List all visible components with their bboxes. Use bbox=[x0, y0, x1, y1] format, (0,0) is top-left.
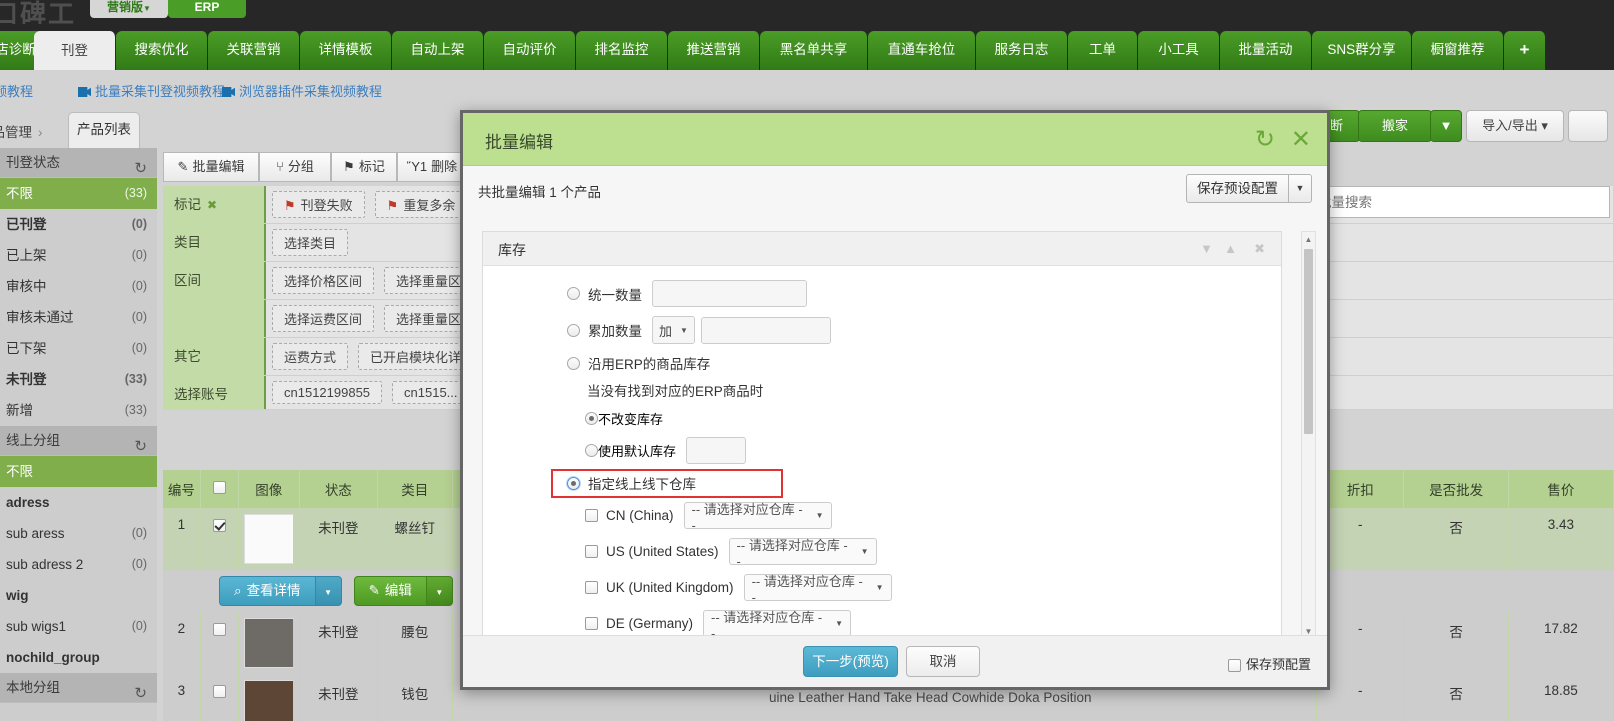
warehouse-select-value: -- 请选择对应仓库 -- bbox=[736, 537, 848, 569]
warehouse-select[interactable]: -- 请选择对应仓库 -- ▼ bbox=[728, 538, 877, 569]
save-preset-checkbox-wrap[interactable]: 保存预配置 bbox=[1227, 654, 1311, 673]
erp-fallback-radio[interactable] bbox=[585, 444, 598, 457]
inventory-option-radio[interactable] bbox=[567, 287, 580, 300]
warehouse-row: UK (United Kingdom) -- 请选择对应仓库 -- ▼ bbox=[483, 574, 1281, 605]
save-preset-label: 保存预配置 bbox=[1245, 657, 1311, 672]
modal-overlay: 批量编辑 ↻ ✕ 共批量编辑 1 个产品 保存预设配置 ▼ 库存 ▼ ▲ ✖ 统… bbox=[0, 0, 1614, 721]
warehouse-select[interactable]: -- 请选择对应仓库 -- ▼ bbox=[743, 574, 892, 605]
warehouse-select-value: -- 请选择对应仓库 -- bbox=[691, 501, 803, 533]
warehouse-row: DE (Germany) -- 请选择对应仓库 -- ▼ bbox=[483, 610, 1281, 641]
erp-fallback-option-label: 指定线上线下仓库 bbox=[588, 477, 696, 492]
warehouse-select-value: -- 请选择对应仓库 -- bbox=[751, 573, 863, 605]
inventory-panel-title: 库存 bbox=[498, 242, 526, 258]
warehouse-country-label: CN (China) bbox=[606, 508, 674, 523]
inventory-option-radio[interactable] bbox=[567, 356, 580, 370]
warehouse-select[interactable]: -- 请选择对应仓库 -- ▼ bbox=[683, 502, 832, 533]
erp-fallback-note: 当没有找到对应的ERP商品时 bbox=[587, 384, 764, 399]
increment-mode-value: 加 bbox=[659, 323, 673, 339]
inventory-option-row: 统一数量 bbox=[483, 280, 1281, 307]
warehouse-checkbox[interactable] bbox=[585, 617, 598, 630]
warehouse-checkbox[interactable] bbox=[585, 581, 598, 594]
scrollbar-thumb[interactable] bbox=[1304, 249, 1313, 434]
inventory-option-row: 累加数量加 ▼ bbox=[483, 316, 1281, 344]
warehouse-country-label: UK (United Kingdom) bbox=[606, 580, 734, 595]
caret-down-icon: ▼ bbox=[680, 325, 688, 335]
erp-fallback-option-label: 使用默认库存 bbox=[598, 444, 677, 459]
cancel-button[interactable]: 取消 bbox=[906, 646, 980, 677]
warehouse-checkbox[interactable] bbox=[585, 509, 598, 522]
dialog-header: 批量编辑 ↻ ✕ bbox=[463, 113, 1327, 166]
warehouse-country-label: DE (Germany) bbox=[606, 616, 694, 631]
uniform-quantity-input[interactable] bbox=[652, 280, 807, 307]
caret-down-icon: ▼ bbox=[815, 511, 824, 520]
dialog-scrollbar[interactable]: ▲ ▼ bbox=[1301, 231, 1316, 640]
increment-quantity-input[interactable] bbox=[700, 316, 831, 344]
chevron-down-icon[interactable]: ▼ bbox=[1200, 241, 1213, 256]
inventory-option-radio[interactable] bbox=[567, 323, 580, 337]
increment-mode-select[interactable]: 加 ▼ bbox=[652, 316, 695, 344]
inventory-panel: 库存 ▼ ▲ ✖ 统一数量 累加数量加 ▼ 沿用ERP的商品库存 当没有找到对应的ERP… bbox=[482, 231, 1282, 642]
dialog-subheader: 共批量编辑 1 个产品 保存预设配置 ▼ bbox=[463, 166, 1327, 213]
inventory-panel-header: 库存 ▼ ▲ ✖ bbox=[483, 232, 1281, 266]
warehouse-country-label: US (United States) bbox=[606, 544, 719, 559]
inventory-option-label: 累加数量 bbox=[588, 324, 642, 339]
dialog-footer: 下一步(预览) 取消 保存预配置 bbox=[463, 635, 1327, 687]
erp-fallback-option-row: 指定线上线下仓库 bbox=[483, 469, 1281, 498]
warehouse-checkbox[interactable] bbox=[585, 545, 598, 558]
erp-fallback-option-row: 不改变库存 bbox=[483, 409, 1281, 428]
chevron-up-icon[interactable]: ▲ bbox=[1224, 241, 1237, 256]
warehouse-row: CN (China) -- 请选择对应仓库 -- ▼ bbox=[483, 502, 1281, 533]
inventory-panel-body: 统一数量 累加数量加 ▼ 沿用ERP的商品库存 当没有找到对应的ERP商品时 不改变库存使… bbox=[483, 266, 1281, 642]
save-preset-config-button[interactable]: 保存预设配置 bbox=[1186, 174, 1289, 203]
bulk-edit-dialog: 批量编辑 ↻ ✕ 共批量编辑 1 个产品 保存预设配置 ▼ 库存 ▼ ▲ ✖ 统… bbox=[460, 110, 1330, 690]
dialog-body: 库存 ▼ ▲ ✖ 统一数量 累加数量加 ▼ 沿用ERP的商品库存 当没有找到对应的ERP… bbox=[478, 229, 1318, 642]
warehouse-row: US (United States) -- 请选择对应仓库 -- ▼ bbox=[483, 538, 1281, 569]
inventory-option-label: 沿用ERP的商品库存 bbox=[588, 357, 711, 372]
dialog-subtitle: 共批量编辑 1 个产品 bbox=[478, 185, 602, 200]
dialog-title: 批量编辑 bbox=[485, 133, 553, 152]
inventory-option-row: 沿用ERP的商品库存 bbox=[483, 353, 1281, 373]
erp-fallback-radio[interactable] bbox=[585, 412, 598, 425]
close-icon[interactable]: ✕ bbox=[1291, 125, 1311, 154]
erp-fallback-radio[interactable] bbox=[567, 476, 580, 490]
panel-close-icon[interactable]: ✖ bbox=[1254, 241, 1265, 257]
caret-down-icon: ▼ bbox=[875, 583, 884, 592]
caret-down-icon: ▼ bbox=[860, 547, 869, 556]
caret-down-icon: ▼ bbox=[835, 619, 844, 628]
scroll-up-icon[interactable]: ▲ bbox=[1302, 232, 1315, 247]
save-preset-checkbox[interactable] bbox=[1227, 659, 1241, 673]
save-preset-caret-icon[interactable]: ▼ bbox=[1289, 174, 1312, 203]
erp-fallback-option-row: 使用默认库存 bbox=[483, 437, 1281, 464]
refresh-icon[interactable]: ↻ bbox=[1255, 125, 1275, 154]
erp-fallback-option-label: 不改变库存 bbox=[598, 412, 664, 427]
default-stock-input[interactable] bbox=[686, 437, 747, 464]
next-preview-button[interactable]: 下一步(预览) bbox=[803, 646, 898, 677]
warehouse-select[interactable]: -- 请选择对应仓库 -- ▼ bbox=[703, 610, 852, 641]
inventory-option-label: 统一数量 bbox=[588, 287, 642, 303]
